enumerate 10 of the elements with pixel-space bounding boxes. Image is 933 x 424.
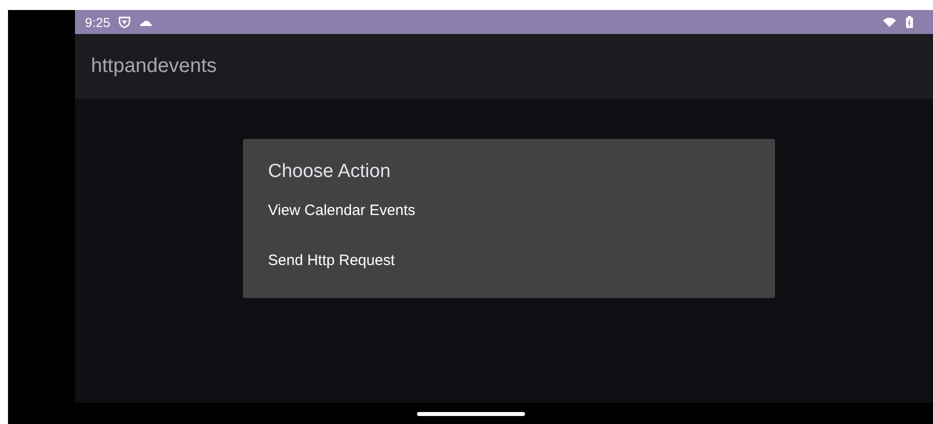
clock-time: 9:25 bbox=[85, 14, 110, 30]
home-handle[interactable] bbox=[416, 412, 524, 416]
shield-icon bbox=[118, 16, 132, 28]
dialog-option[interactable]: View Calendar Events bbox=[268, 186, 750, 236]
cloud-icon bbox=[139, 18, 154, 26]
dialog-title: Choose Action bbox=[268, 160, 392, 184]
wifi-icon bbox=[883, 17, 896, 27]
dialog-option[interactable]: Send Http Request bbox=[268, 236, 750, 286]
battery-icon bbox=[906, 16, 913, 28]
app-title: httpandevents bbox=[91, 55, 217, 78]
